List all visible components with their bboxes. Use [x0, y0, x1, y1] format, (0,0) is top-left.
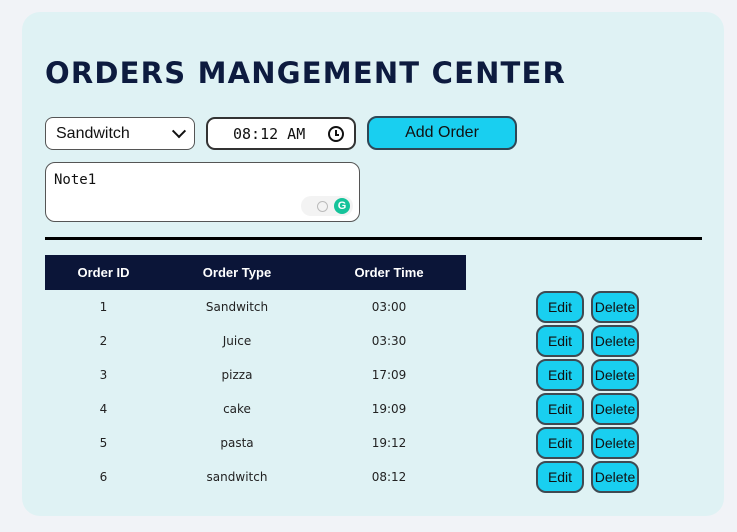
header-order-time: Order Time: [354, 265, 424, 280]
edit-button[interactable]: Edit: [536, 291, 584, 323]
order-id-cell: 3: [99, 368, 108, 382]
note-textarea[interactable]: Note1 G: [45, 162, 360, 222]
delete-button[interactable]: Delete: [591, 359, 639, 391]
power-icon[interactable]: [317, 200, 328, 212]
order-time-cell: 19:09: [371, 402, 407, 416]
grammarly-widget[interactable]: G: [301, 196, 353, 216]
order-time-input[interactable]: 08:12 AM: [206, 117, 356, 150]
edit-button[interactable]: Edit: [536, 427, 584, 459]
order-time-cell: 19:12: [371, 436, 407, 450]
table-row: 4 cake 19:09 Edit Delete: [45, 392, 645, 426]
order-type-cell: sandwitch: [206, 470, 268, 484]
table-row: 5 pasta 19:12 Edit Delete: [45, 426, 645, 460]
order-id-cell: 4: [99, 402, 108, 416]
table-row: 3 pizza 17:09 Edit Delete: [45, 358, 645, 392]
grammarly-icon[interactable]: G: [334, 198, 350, 214]
header-order-id: Order ID: [77, 265, 130, 280]
order-time-cell: 03:30: [371, 334, 407, 348]
chevron-down-icon: [171, 123, 187, 138]
order-id-cell: 2: [99, 334, 108, 348]
order-time-value: 08:12 AM: [233, 124, 306, 143]
order-id-cell: 1: [99, 300, 108, 314]
delete-button[interactable]: Delete: [591, 291, 639, 323]
delete-button[interactable]: Delete: [591, 427, 639, 459]
add-order-button[interactable]: Add Order: [367, 116, 517, 150]
order-time-cell: 17:09: [371, 368, 407, 382]
note-value: Note1: [54, 172, 97, 188]
order-time-cell: 08:12: [371, 470, 407, 484]
delete-button[interactable]: Delete: [591, 461, 639, 493]
edit-button[interactable]: Edit: [536, 393, 584, 425]
delete-button[interactable]: Delete: [591, 325, 639, 357]
page-title: ORDERS MANGEMENT CENTER: [45, 56, 567, 90]
edit-button[interactable]: Edit: [536, 359, 584, 391]
clock-icon[interactable]: [328, 125, 344, 142]
edit-button[interactable]: Edit: [536, 325, 584, 357]
table-header: Order ID Order Type Order Time: [45, 255, 466, 290]
section-divider: [45, 237, 702, 240]
order-type-cell: cake: [223, 402, 251, 416]
table-row: 6 sandwitch 08:12 Edit Delete: [45, 460, 645, 494]
order-type-cell: Sandwitch: [205, 300, 269, 314]
delete-button[interactable]: Delete: [591, 393, 639, 425]
order-type-cell: Juice: [222, 334, 252, 348]
table-row: 2 Juice 03:30 Edit Delete: [45, 324, 645, 358]
edit-button[interactable]: Edit: [536, 461, 584, 493]
header-order-type: Order Type: [202, 265, 272, 280]
order-type-cell: pasta: [220, 436, 254, 450]
order-type-cell: pizza: [221, 368, 253, 382]
order-type-select[interactable]: Sandwitch: [45, 117, 195, 150]
order-time-cell: 03:00: [371, 300, 407, 314]
table-row: 1 Sandwitch 03:00 Edit Delete: [45, 290, 645, 324]
order-type-selected-value: Sandwitch: [56, 124, 130, 142]
order-id-cell: 5: [99, 436, 108, 450]
order-id-cell: 6: [99, 470, 108, 484]
